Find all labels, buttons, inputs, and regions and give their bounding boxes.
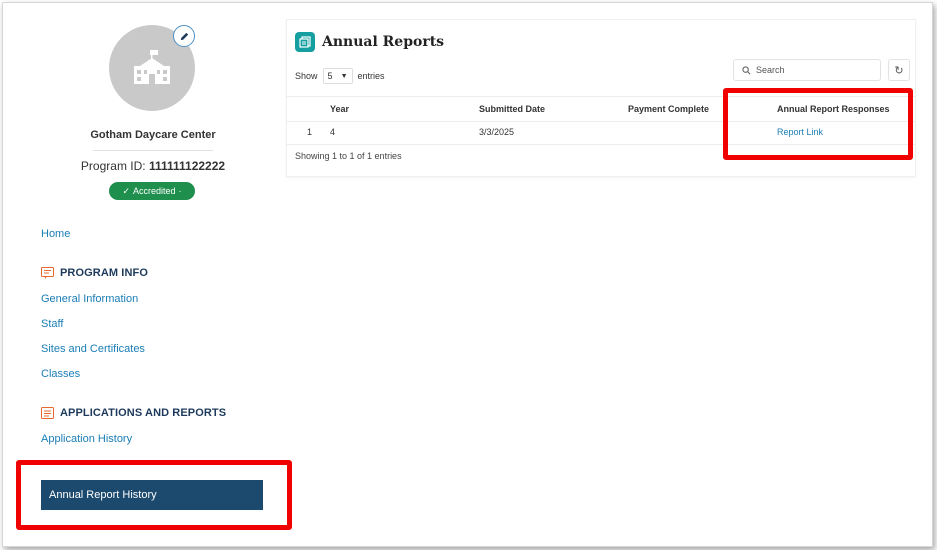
entries-value: 5 — [327, 71, 333, 81]
search-icon — [742, 65, 751, 74]
refresh-button[interactable]: ↻ — [888, 59, 910, 81]
app-window: Gotham Daycare Center Program ID: 111111… — [2, 2, 933, 547]
column-header-submitted-date[interactable]: Submitted Date — [479, 97, 545, 121]
section-program-info: PROGRAM INFO — [41, 267, 148, 279]
sidebar-item-home[interactable]: Home — [41, 228, 70, 240]
program-id-value: 111111122222 — [148, 159, 226, 173]
accredited-status-badge: ✓ Accredited · — [109, 182, 195, 200]
column-header-payment-complete[interactable]: Payment Complete — [628, 97, 709, 121]
check-icon: ✓ — [122, 185, 130, 196]
cell-year: 4 — [330, 127, 336, 137]
program-id: Program ID: 111111122222 — [33, 159, 273, 173]
info-card-icon — [41, 267, 54, 279]
school-building-icon — [134, 50, 170, 84]
divider — [93, 150, 213, 151]
section-applications-title: APPLICATIONS AND REPORTS — [60, 407, 227, 419]
edit-avatar-button[interactable] — [173, 25, 195, 47]
cell-submitted-date: 3/3/2025 — [479, 127, 515, 137]
avatar-container — [109, 25, 195, 111]
organization-name: Gotham Daycare Center — [90, 129, 216, 141]
section-program-info-title: PROGRAM INFO — [60, 267, 148, 279]
refresh-icon: ↻ — [894, 64, 904, 77]
sidebar-item-staff[interactable]: Staff — [41, 318, 63, 330]
entries-control: Show 5 ▼ entries — [295, 68, 385, 84]
pencil-icon — [180, 32, 188, 40]
show-label: Show — [295, 71, 318, 81]
program-id-label: Program ID: — [80, 159, 146, 173]
section-applications-and-reports: APPLICATIONS AND REPORTS — [41, 407, 226, 419]
row-index: 1 — [307, 127, 313, 137]
search-placeholder: Search — [756, 65, 785, 75]
document-list-icon — [41, 407, 54, 419]
sidebar-item-classes[interactable]: Classes — [41, 368, 80, 380]
highlight-box-report-link — [723, 88, 913, 160]
sidebar-item-sites-and-certificates[interactable]: Sites and Certificates — [41, 343, 145, 355]
badge-label: Accredited — [133, 186, 176, 196]
dot-icon: · — [178, 186, 182, 196]
search-input[interactable]: Search — [733, 59, 881, 81]
column-header-year[interactable]: Year — [330, 97, 349, 121]
report-icon — [295, 32, 315, 52]
caret-down-icon: ▼ — [340, 72, 348, 80]
highlight-box-nav — [16, 460, 292, 530]
entries-label: entries — [357, 71, 385, 81]
sidebar-item-general-information[interactable]: General Information — [41, 293, 138, 305]
sidebar-item-application-history[interactable]: Application History — [41, 433, 132, 445]
sidebar: Gotham Daycare Center Program ID: 111111… — [3, 3, 292, 546]
page-title: Annual Reports — [322, 34, 445, 50]
card-header: Annual Reports — [295, 32, 444, 52]
table-info: Showing 1 to 1 of 1 entries — [295, 151, 402, 161]
entries-select[interactable]: 5 ▼ — [322, 68, 353, 84]
main-content: Annual Reports Show 5 ▼ entries Search ↻ — [286, 3, 926, 546]
